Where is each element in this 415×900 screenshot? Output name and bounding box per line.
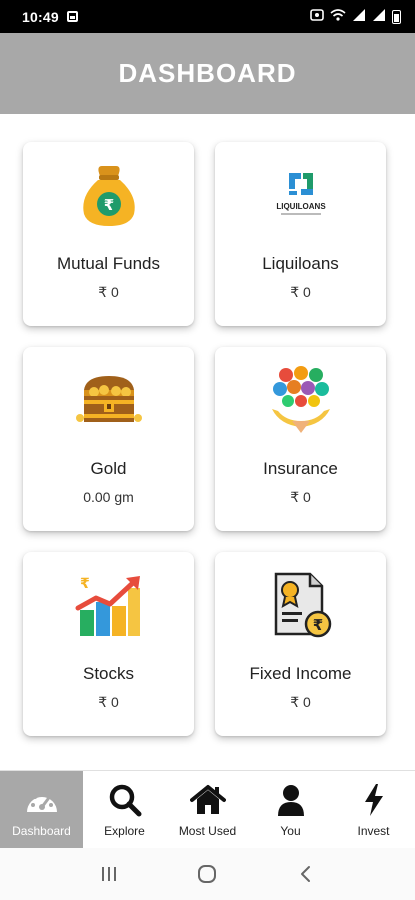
card-insurance[interactable]: Insurance ₹ 0 bbox=[215, 347, 386, 531]
tab-explore[interactable]: Explore bbox=[83, 771, 166, 848]
tab-label: Most Used bbox=[178, 823, 237, 838]
notification-icon bbox=[310, 8, 324, 25]
svg-text:₹: ₹ bbox=[80, 576, 90, 592]
card-value: ₹ 0 bbox=[290, 489, 311, 505]
card-value: ₹ 0 bbox=[290, 284, 311, 300]
tab-dashboard[interactable]: Dashboard bbox=[0, 771, 83, 848]
tab-you[interactable]: You bbox=[249, 771, 332, 848]
money-bag-icon: ₹ bbox=[74, 160, 144, 230]
home-button[interactable] bbox=[187, 859, 227, 889]
card-stocks[interactable]: ₹ Stocks ₹ 0 bbox=[23, 552, 194, 736]
lightning-icon bbox=[356, 782, 392, 818]
search-icon bbox=[107, 782, 143, 818]
svg-text:₹: ₹ bbox=[312, 616, 322, 634]
back-icon bbox=[300, 866, 310, 882]
card-fixed-income[interactable]: ₹ Fixed Income ₹ 0 bbox=[215, 552, 386, 736]
tab-label: Invest bbox=[357, 823, 390, 838]
card-name: Insurance bbox=[263, 459, 338, 478]
tab-label: Explore bbox=[104, 823, 145, 838]
wifi-icon bbox=[330, 8, 346, 25]
card-liquiloans[interactable]: LIQUILOANS Liquiloans ₹ 0 bbox=[215, 142, 386, 326]
tab-invest[interactable]: Invest bbox=[332, 771, 415, 848]
page-title: DASHBOARD bbox=[118, 58, 297, 88]
treasure-chest-icon bbox=[74, 365, 144, 435]
status-icons bbox=[310, 8, 401, 25]
home-icon bbox=[189, 782, 226, 818]
card-value: ₹ 0 bbox=[98, 284, 119, 300]
card-name: Gold bbox=[90, 459, 127, 478]
tab-label: You bbox=[280, 823, 301, 838]
certificate-rupee-icon: ₹ bbox=[266, 570, 336, 640]
card-value: ₹ 0 bbox=[290, 694, 311, 710]
user-icon bbox=[273, 782, 309, 818]
card-name: Fixed Income bbox=[249, 664, 352, 683]
insurance-hands-icon bbox=[266, 365, 336, 435]
home-circle-icon bbox=[198, 865, 217, 883]
card-name: Stocks bbox=[82, 664, 135, 683]
system-nav-bar bbox=[0, 848, 415, 900]
bottom-nav: Dashboard Explore Most Used You Invest bbox=[0, 770, 415, 848]
card-mutual-funds[interactable]: ₹ Mutual Funds ₹ 0 bbox=[23, 142, 194, 326]
tab-label: Dashboard bbox=[12, 823, 71, 838]
signal-icon-1 bbox=[352, 8, 366, 25]
status-bar: 10:49 bbox=[0, 0, 415, 33]
growth-chart-icon: ₹ bbox=[74, 570, 144, 640]
recents-button[interactable] bbox=[89, 859, 129, 889]
signal-icon-2 bbox=[372, 8, 386, 25]
card-value: ₹ 0 bbox=[98, 694, 119, 710]
tab-most-used[interactable]: Most Used bbox=[166, 771, 249, 848]
app-header: DASHBOARD bbox=[0, 33, 415, 114]
status-time: 10:49 bbox=[22, 8, 59, 25]
recents-icon bbox=[102, 867, 117, 881]
back-button[interactable] bbox=[286, 859, 326, 889]
gallery-notification-icon bbox=[66, 11, 78, 22]
speedometer-icon bbox=[24, 782, 60, 818]
battery-icon bbox=[392, 9, 401, 24]
dashboard-grid: ₹ Mutual Funds ₹ 0 LIQUILOANS Liquiloans… bbox=[23, 142, 387, 736]
card-name: Mutual Funds bbox=[57, 254, 160, 273]
card-gold[interactable]: Gold 0.00 gm bbox=[23, 347, 194, 531]
logo-text: LIQUILOANS bbox=[276, 202, 326, 211]
card-value: 0.00 gm bbox=[83, 489, 134, 505]
card-name: Liquiloans bbox=[262, 254, 339, 273]
svg-text:₹: ₹ bbox=[103, 196, 113, 214]
liquiloans-logo: LIQUILOANS bbox=[266, 160, 336, 230]
